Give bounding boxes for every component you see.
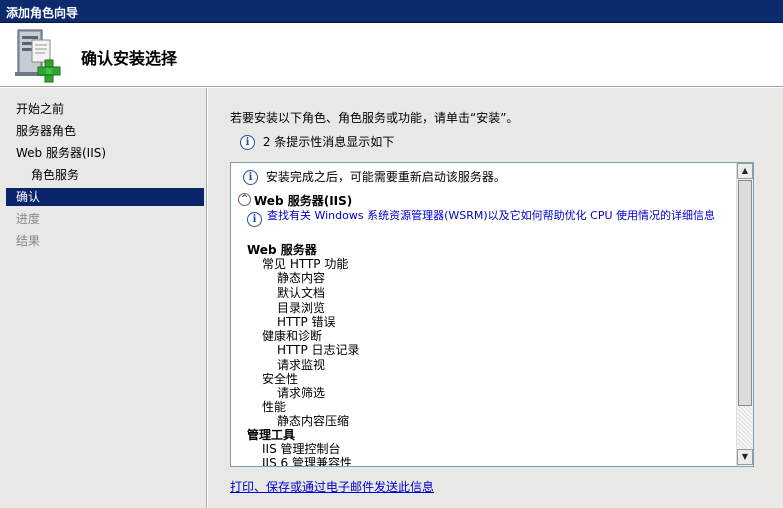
info-summary-text: 2 条提示性消息显示如下 xyxy=(262,135,395,149)
print-save-email-link[interactable]: 打印、保存或通过电子邮件发送此信息 xyxy=(230,478,434,495)
scroll-thumb[interactable] xyxy=(738,180,752,406)
wsrm-info: i 查找有关 Windows 系统资源管理器(WSRM)以及它如何帮助优化 CP… xyxy=(247,210,737,227)
info-summary: i 2 条提示性消息显示如下 xyxy=(240,133,394,150)
info-icon: i xyxy=(240,135,255,150)
window-titlebar[interactable]: 添加角色向导 xyxy=(0,0,783,23)
main-content: 若要安装以下角色、角色服务或功能，请单击“安装”。 i 2 条提示性消息显示如下… xyxy=(208,88,783,508)
details-content: i 安装完成之后，可能需要重新启动该服务器。 ^ Web 服务器(IIS) i … xyxy=(231,163,737,466)
confirmation-details-box[interactable]: i 安装完成之后，可能需要重新启动该服务器。 ^ Web 服务器(IIS) i … xyxy=(230,162,754,467)
section-title: Web 服务器(IIS) xyxy=(254,194,353,208)
collapse-section-button[interactable]: ^ xyxy=(238,193,251,206)
restart-notice-text: 安装完成之后，可能需要重新启动该服务器。 xyxy=(265,170,506,184)
restart-notice: i 安装完成之后，可能需要重新启动该服务器。 xyxy=(243,168,506,185)
instruction-text: 若要安装以下角色、角色服务或功能，请单击“安装”。 xyxy=(230,111,519,125)
info-icon: i xyxy=(243,170,258,185)
scroll-up-button[interactable]: ▲ xyxy=(737,163,753,179)
window-title: 添加角色向导 xyxy=(6,6,79,20)
scroll-track[interactable] xyxy=(738,406,752,448)
info-icon: i xyxy=(247,212,262,227)
step-before-you-begin[interactable]: 开始之前 xyxy=(6,100,204,118)
scroll-down-button[interactable]: ▼ xyxy=(737,449,753,465)
server-add-icon xyxy=(15,29,61,83)
wsrm-link[interactable]: 查找有关 Windows 系统资源管理器(WSRM)以及它如何帮助优化 CPU … xyxy=(267,210,737,222)
wizard-header: 确认安装选择 xyxy=(0,23,783,87)
page-title: 确认安装选择 xyxy=(81,49,178,68)
tree-item: IIS 6 管理兼容性 xyxy=(262,456,352,466)
step-results: 结果 xyxy=(16,234,41,248)
step-server-roles[interactable]: 服务器角色 xyxy=(6,122,204,140)
step-confirmation[interactable]: 确认 xyxy=(6,188,204,206)
step-progress: 进度 xyxy=(16,212,41,226)
wizard-steps-sidebar: 开始之前 服务器角色 Web 服务器(IIS) 角色服务 确认 进度 结果 xyxy=(0,88,207,508)
step-role-services[interactable]: 角色服务 xyxy=(6,166,204,184)
vertical-scrollbar[interactable]: ▲ ▼ xyxy=(736,163,753,466)
step-web-server-iis[interactable]: Web 服务器(IIS) xyxy=(6,144,204,162)
